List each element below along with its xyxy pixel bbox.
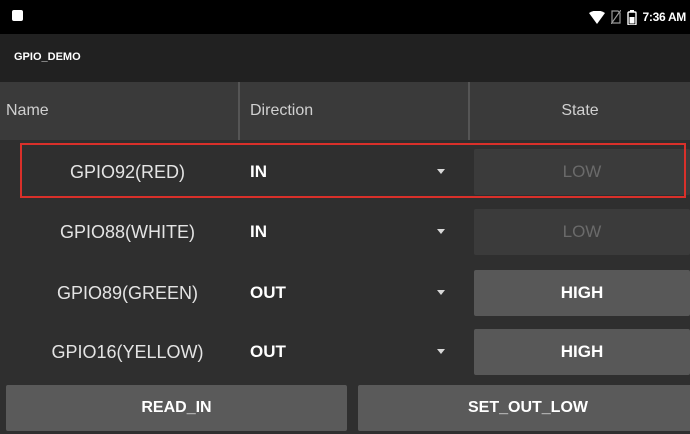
header-divider (238, 82, 240, 140)
header-name: Name (6, 102, 49, 119)
gpio-demo-screen: 7:36 AM GPIO_DEMO Name Direction State G… (0, 0, 690, 434)
state-button[interactable]: HIGH (474, 329, 690, 375)
gpio-name: GPIO16(YELLOW) (51, 341, 204, 362)
header-direction: Direction (250, 102, 314, 119)
state-button[interactable]: HIGH (474, 270, 690, 316)
wifi-icon (588, 10, 605, 24)
direction-value: OUT (250, 283, 286, 302)
read-in-button[interactable]: READ_IN (6, 385, 347, 431)
gpio-name: GPIO89(GREEN) (56, 282, 199, 303)
gpio-row-green: GPIO89(GREEN) OUT HIGH (0, 264, 690, 322)
app-title: GPIO_DEMO (14, 51, 81, 63)
set-out-low-button[interactable]: SET_OUT_LOW (358, 385, 690, 431)
table-header: Name Direction State (0, 82, 690, 140)
dropdown-arrow-icon (437, 169, 445, 174)
direction-spinner[interactable]: IN (250, 143, 460, 201)
direction-value: OUT (250, 342, 286, 361)
direction-spinner[interactable]: OUT (250, 264, 460, 322)
direction-value: IN (250, 222, 267, 241)
gpio-name: GPIO92(RED) (69, 161, 186, 182)
app-bar: GPIO_DEMO (0, 34, 690, 82)
status-time: 7:36 AM (642, 10, 687, 24)
header-state: State (561, 102, 599, 119)
dropdown-arrow-icon (437, 229, 445, 234)
state-button: LOW (474, 149, 690, 195)
status-bar: 7:36 AM (0, 0, 690, 34)
gpio-row-white: GPIO88(WHITE) IN LOW (0, 203, 690, 261)
direction-spinner[interactable]: OUT (250, 323, 460, 381)
direction-value: IN (250, 162, 267, 181)
gpio-row-red: GPIO92(RED) IN LOW (0, 143, 690, 201)
battery-icon (626, 9, 637, 25)
gpio-row-yellow: GPIO16(YELLOW) OUT HIGH (0, 323, 690, 381)
dropdown-arrow-icon (437, 290, 445, 295)
status-icons: 7:36 AM (588, 8, 687, 26)
notification-icon (12, 10, 23, 21)
gpio-name: GPIO88(WHITE) (59, 221, 195, 242)
state-button: LOW (474, 209, 690, 255)
no-sim-icon (610, 10, 621, 24)
direction-spinner[interactable]: IN (250, 203, 460, 261)
dropdown-arrow-icon (437, 349, 445, 354)
